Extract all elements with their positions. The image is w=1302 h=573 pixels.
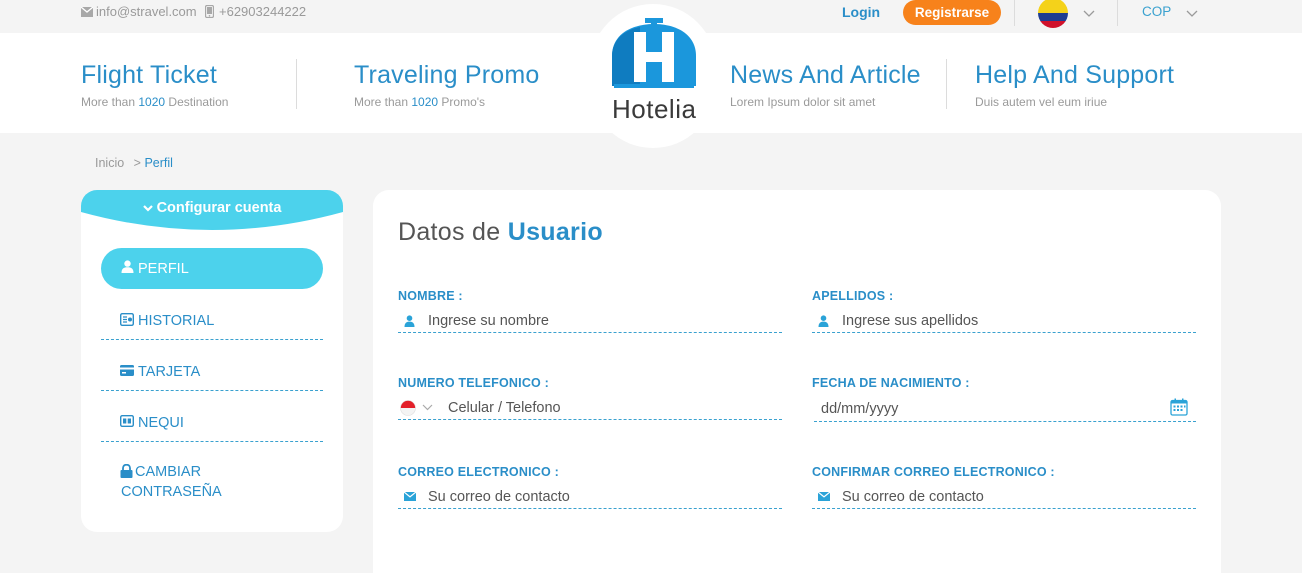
nav-subtitle: Lorem Ipsum dolor sit amet <box>730 95 876 109</box>
language-chevron-down-icon[interactable] <box>1083 5 1095 23</box>
page-title: Datos de Usuario <box>398 218 603 246</box>
confirmar-correo-input[interactable] <box>834 488 1164 505</box>
breadcrumb-home[interactable]: Inicio <box>95 156 124 170</box>
field-label: CONFIRMAR CORREO ELECTRONICO : <box>812 465 1055 479</box>
nav-flight-ticket[interactable]: Flight Ticket More than 1020 Destination <box>81 61 228 109</box>
nombre-input[interactable] <box>420 312 750 329</box>
contact-email: info@stravel.com <box>81 4 197 19</box>
sidebar-header[interactable]: Configurar cuenta <box>81 190 343 230</box>
field-label: NOMBRE : <box>398 289 463 303</box>
field-row <box>812 309 1196 333</box>
field-row <box>398 396 782 420</box>
sidebar-item-cambiar-contrasena[interactable]: CAMBIAR CONTRASEÑA <box>101 462 323 506</box>
field-row <box>398 485 782 509</box>
wallet-icon <box>119 414 135 431</box>
field-row <box>398 309 782 333</box>
user-data-card: Datos de Usuario NOMBRE : APELLIDOS : NU… <box>373 190 1221 573</box>
correo-input[interactable] <box>420 488 750 505</box>
country-flag-icon[interactable] <box>398 399 416 416</box>
field-row <box>812 485 1196 509</box>
nav-traveling-promo[interactable]: Traveling Promo More than 1020 Promo's <box>354 61 539 109</box>
telefono-field: NUMERO TELEFONICO : <box>398 376 782 420</box>
nombre-field: NOMBRE : <box>398 289 782 333</box>
sidebar-item-label: TARJETA <box>138 364 201 380</box>
currency-chevron-down-icon[interactable] <box>1186 5 1198 23</box>
currency-selector[interactable]: COP <box>1142 4 1171 19</box>
user-icon <box>121 260 134 277</box>
correo-field: CORREO ELECTRONICO : <box>398 465 782 509</box>
contact-phone-text: +62903244222 <box>219 4 307 19</box>
credit-card-icon <box>120 364 134 380</box>
confirmar-correo-field: CONFIRMAR CORREO ELECTRONICO : <box>812 465 1196 509</box>
breadcrumb-separator: > <box>133 156 141 170</box>
envelope-icon <box>398 492 420 501</box>
register-button[interactable]: Registrarse <box>903 0 1001 25</box>
sidebar-item-tarjeta[interactable]: TARJETA <box>101 354 323 391</box>
field-row <box>814 396 1196 422</box>
sidebar-item-label-line2: CONTRASEÑA <box>121 484 222 500</box>
envelope-icon <box>812 492 834 501</box>
nav-subtitle: Duis autem vel eum iriue <box>975 95 1108 109</box>
envelope-icon <box>81 6 93 17</box>
mobile-phone-icon <box>205 5 214 18</box>
nav-title: Flight Ticket <box>81 61 217 89</box>
nav-news-and-article[interactable]: News And Article Lorem Ipsum dolor sit a… <box>730 61 921 109</box>
apellidos-field: APELLIDOS : <box>812 289 1196 333</box>
sidebar-item-historial[interactable]: HISTORIAL <box>101 303 323 340</box>
nav-subtitle: More than 1020 Promo's <box>354 95 486 109</box>
sidebar-item-label: NEQUI <box>138 415 184 431</box>
contact-phone: +62903244222 <box>205 4 306 19</box>
hotelia-logo-icon <box>612 18 696 88</box>
country-chevron-down-icon[interactable] <box>416 404 433 411</box>
telefono-input[interactable] <box>433 399 733 416</box>
fecha-nacimiento-field: FECHA DE NACIMIENTO : <box>812 376 1196 422</box>
divider <box>946 59 947 109</box>
field-label: APELLIDOS : <box>812 289 894 303</box>
contact-email-text: info@stravel.com <box>96 4 197 19</box>
user-icon <box>812 314 834 327</box>
field-label: FECHA DE NACIMIENTO : <box>812 376 970 390</box>
chevron-down-icon <box>142 200 157 216</box>
sidebar-item-label: PERFIL <box>138 260 189 277</box>
fecha-nacimiento-input[interactable] <box>814 400 1144 417</box>
nav-title: News And Article <box>730 61 921 89</box>
history-icon <box>119 312 135 330</box>
user-icon <box>398 314 420 327</box>
lock-icon <box>120 463 133 484</box>
field-label: CORREO ELECTRONICO : <box>398 465 559 479</box>
sidebar-item-perfil[interactable]: PERFIL <box>101 248 323 289</box>
login-link[interactable]: Login <box>842 4 880 20</box>
account-sidebar: Configurar cuenta PERFIL HISTORIAL TARJE… <box>81 190 343 532</box>
sidebar-header-label: Configurar cuenta <box>81 200 343 216</box>
logo-text: Hotelia <box>612 94 697 124</box>
field-label: NUMERO TELEFONICO : <box>398 376 550 390</box>
nav-title: Help And Support <box>975 61 1175 89</box>
divider <box>1014 0 1015 26</box>
colombia-flag-icon[interactable] <box>1038 0 1068 28</box>
nav-subtitle: More than 1020 Destination <box>81 95 229 109</box>
nav-title: Traveling Promo <box>354 61 540 89</box>
divider <box>1117 0 1118 26</box>
breadcrumb: Inicio > Perfil <box>95 156 173 170</box>
breadcrumb-current: Perfil <box>144 156 173 170</box>
sidebar-item-nequi[interactable]: NEQUI <box>101 405 323 442</box>
sidebar-item-label: HISTORIAL <box>138 313 215 329</box>
nav-help-and-support[interactable]: Help And Support Duis autem vel eum iriu… <box>975 61 1174 109</box>
calendar-icon[interactable] <box>1170 398 1188 421</box>
sidebar-item-label: CAMBIAR <box>135 464 202 480</box>
apellidos-input[interactable] <box>834 312 1164 329</box>
divider <box>296 59 297 109</box>
